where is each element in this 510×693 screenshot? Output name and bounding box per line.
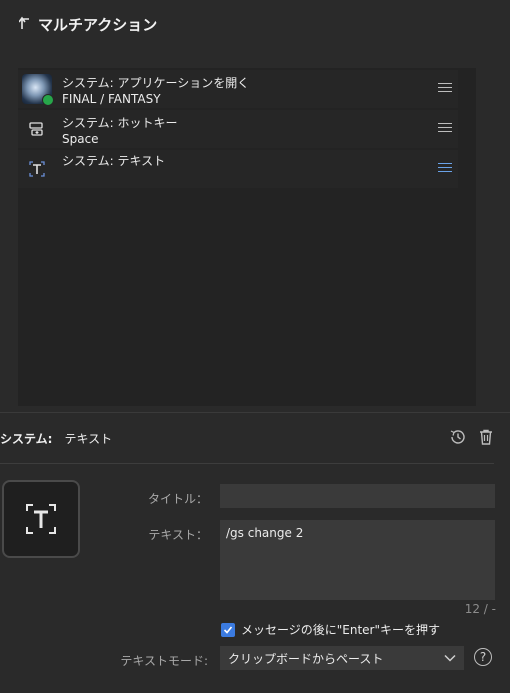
text-label: テキスト：	[148, 528, 208, 542]
drag-handle-icon[interactable]	[438, 123, 452, 135]
drag-handle-icon[interactable]	[438, 83, 452, 95]
enter-checkbox[interactable]	[221, 622, 235, 637]
trash-icon[interactable]	[477, 428, 495, 446]
action-sub: FINAL / FANTASY	[62, 92, 161, 106]
title-input[interactable]	[220, 484, 495, 508]
detail-header: システム: テキスト	[0, 430, 112, 447]
action-list: システム: アプリケーションを開く FINAL / FANTASY システム: …	[18, 68, 476, 406]
enter-checkbox-row[interactable]: メッセージの後に"Enter"キーを押す	[221, 621, 440, 638]
drag-handle-icon[interactable]	[438, 163, 452, 175]
check-icon	[223, 625, 233, 634]
action-icon-preview[interactable]	[2, 480, 80, 558]
text-input[interactable]: /gs change 2	[220, 520, 495, 600]
action-name: システム: アプリケーションを開く	[62, 76, 250, 90]
page-header: マルチアクション	[18, 14, 157, 35]
text-mode-value: クリップボードからペースト	[228, 651, 384, 666]
page-title: マルチアクション	[38, 16, 158, 34]
action-sub: Space	[62, 132, 99, 146]
detail-label: システム:	[0, 432, 53, 446]
chevron-down-icon	[444, 654, 456, 662]
running-status-dot	[42, 94, 54, 106]
action-row-open-app[interactable]: システム: アプリケーションを開く FINAL / FANTASY	[18, 70, 458, 108]
action-row-text[interactable]: システム: テキスト	[18, 150, 458, 188]
action-row-hotkey[interactable]: システム: ホットキー Space	[18, 110, 458, 148]
text-mode-select[interactable]: クリップボードからペースト	[220, 646, 464, 670]
back-arrow-icon[interactable]	[18, 16, 32, 34]
enter-checkbox-label: メッセージの後に"Enter"キーを押す	[241, 623, 441, 637]
title-label: タイトル：	[147, 492, 208, 506]
divider	[0, 412, 510, 413]
mode-label: テキストモード:	[120, 654, 208, 668]
help-icon[interactable]: ?	[474, 648, 492, 666]
action-name: システム: ホットキー	[62, 116, 178, 130]
text-icon	[26, 504, 56, 534]
action-name: システム: テキスト	[62, 154, 166, 168]
history-icon[interactable]	[449, 428, 467, 446]
detail-value: テキスト	[64, 432, 113, 446]
text-icon	[22, 154, 52, 184]
divider	[0, 463, 494, 464]
hotkey-icon	[22, 114, 52, 144]
char-counter: 12 / -	[464, 602, 496, 616]
game-thumbnail	[22, 74, 54, 106]
